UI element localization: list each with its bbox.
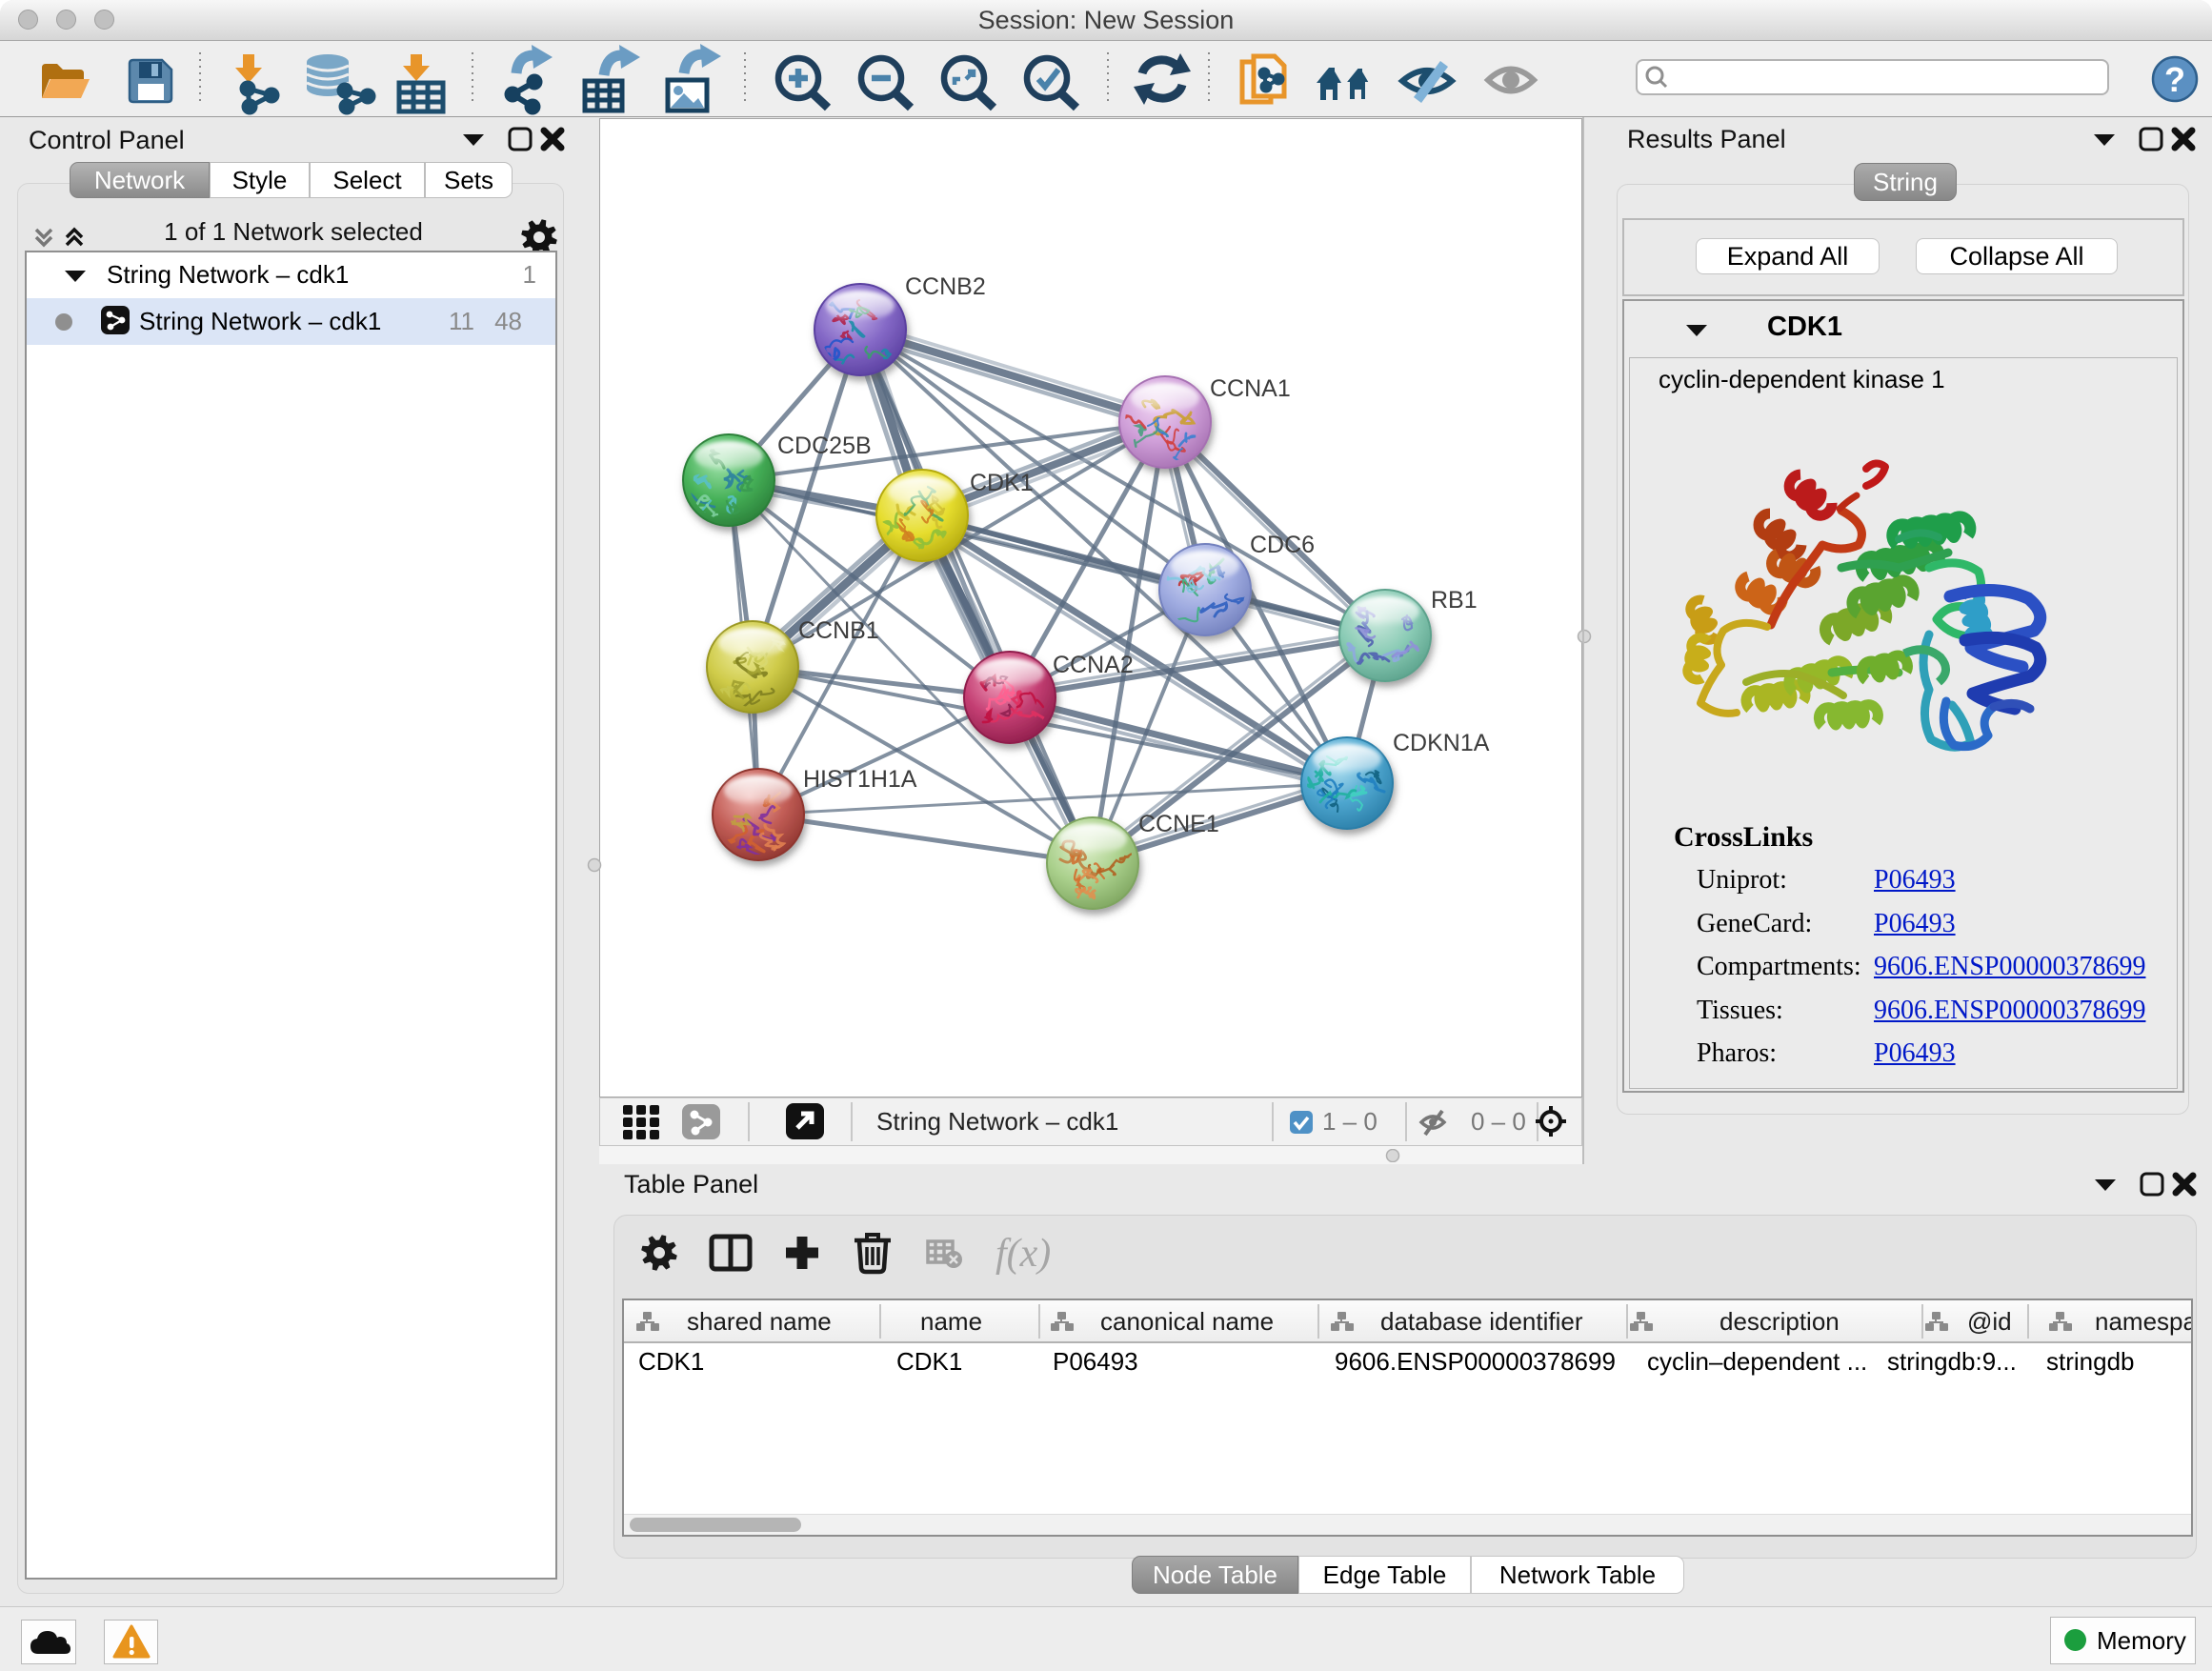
svg-text:shared name: shared name bbox=[687, 1307, 832, 1336]
svg-text:9606.ENSP00000378699: 9606.ENSP00000378699 bbox=[1335, 1347, 1616, 1376]
svg-text:namespac: namespac bbox=[2095, 1307, 2191, 1336]
svg-text:String Network – cdk1: String Network – cdk1 bbox=[876, 1107, 1118, 1136]
svg-text:stringdb: stringdb bbox=[2046, 1347, 2135, 1376]
svg-text:canonical name: canonical name bbox=[1100, 1307, 1274, 1336]
svg-text:@id: @id bbox=[1967, 1307, 2012, 1336]
svg-text:f(x): f(x) bbox=[995, 1232, 1051, 1276]
svg-text:1 – 0: 1 – 0 bbox=[1322, 1107, 1377, 1136]
svg-text:CDKN1A: CDKN1A bbox=[1393, 730, 1490, 756]
svg-text:CDC6: CDC6 bbox=[1250, 532, 1315, 558]
svg-text:RB1: RB1 bbox=[1431, 587, 1478, 614]
svg-text:CCNE1: CCNE1 bbox=[1138, 811, 1219, 837]
svg-text:CCNB1: CCNB1 bbox=[798, 617, 879, 644]
svg-text:database identifier: database identifier bbox=[1380, 1307, 1583, 1336]
svg-text:?: ? bbox=[2164, 60, 2185, 99]
svg-text:CDK1: CDK1 bbox=[896, 1347, 962, 1376]
svg-text:CDK1: CDK1 bbox=[638, 1347, 704, 1376]
svg-text:CCNA1: CCNA1 bbox=[1210, 375, 1291, 402]
svg-text:0 – 0: 0 – 0 bbox=[1471, 1107, 1526, 1136]
svg-text:CDK1: CDK1 bbox=[970, 470, 1034, 496]
svg-text:name: name bbox=[920, 1307, 982, 1336]
svg-text:CCNA2: CCNA2 bbox=[1053, 652, 1134, 678]
svg-text:P06493: P06493 bbox=[1053, 1347, 1138, 1376]
svg-text:CCNB2: CCNB2 bbox=[905, 273, 986, 300]
svg-text:HIST1H1A: HIST1H1A bbox=[803, 766, 917, 793]
svg-text:stringdb:9...: stringdb:9... bbox=[1887, 1347, 2017, 1376]
svg-text:cyclin–dependent ...: cyclin–dependent ... bbox=[1647, 1347, 1867, 1376]
svg-text:description: description bbox=[1719, 1307, 1840, 1336]
svg-text:CDC25B: CDC25B bbox=[777, 433, 872, 459]
